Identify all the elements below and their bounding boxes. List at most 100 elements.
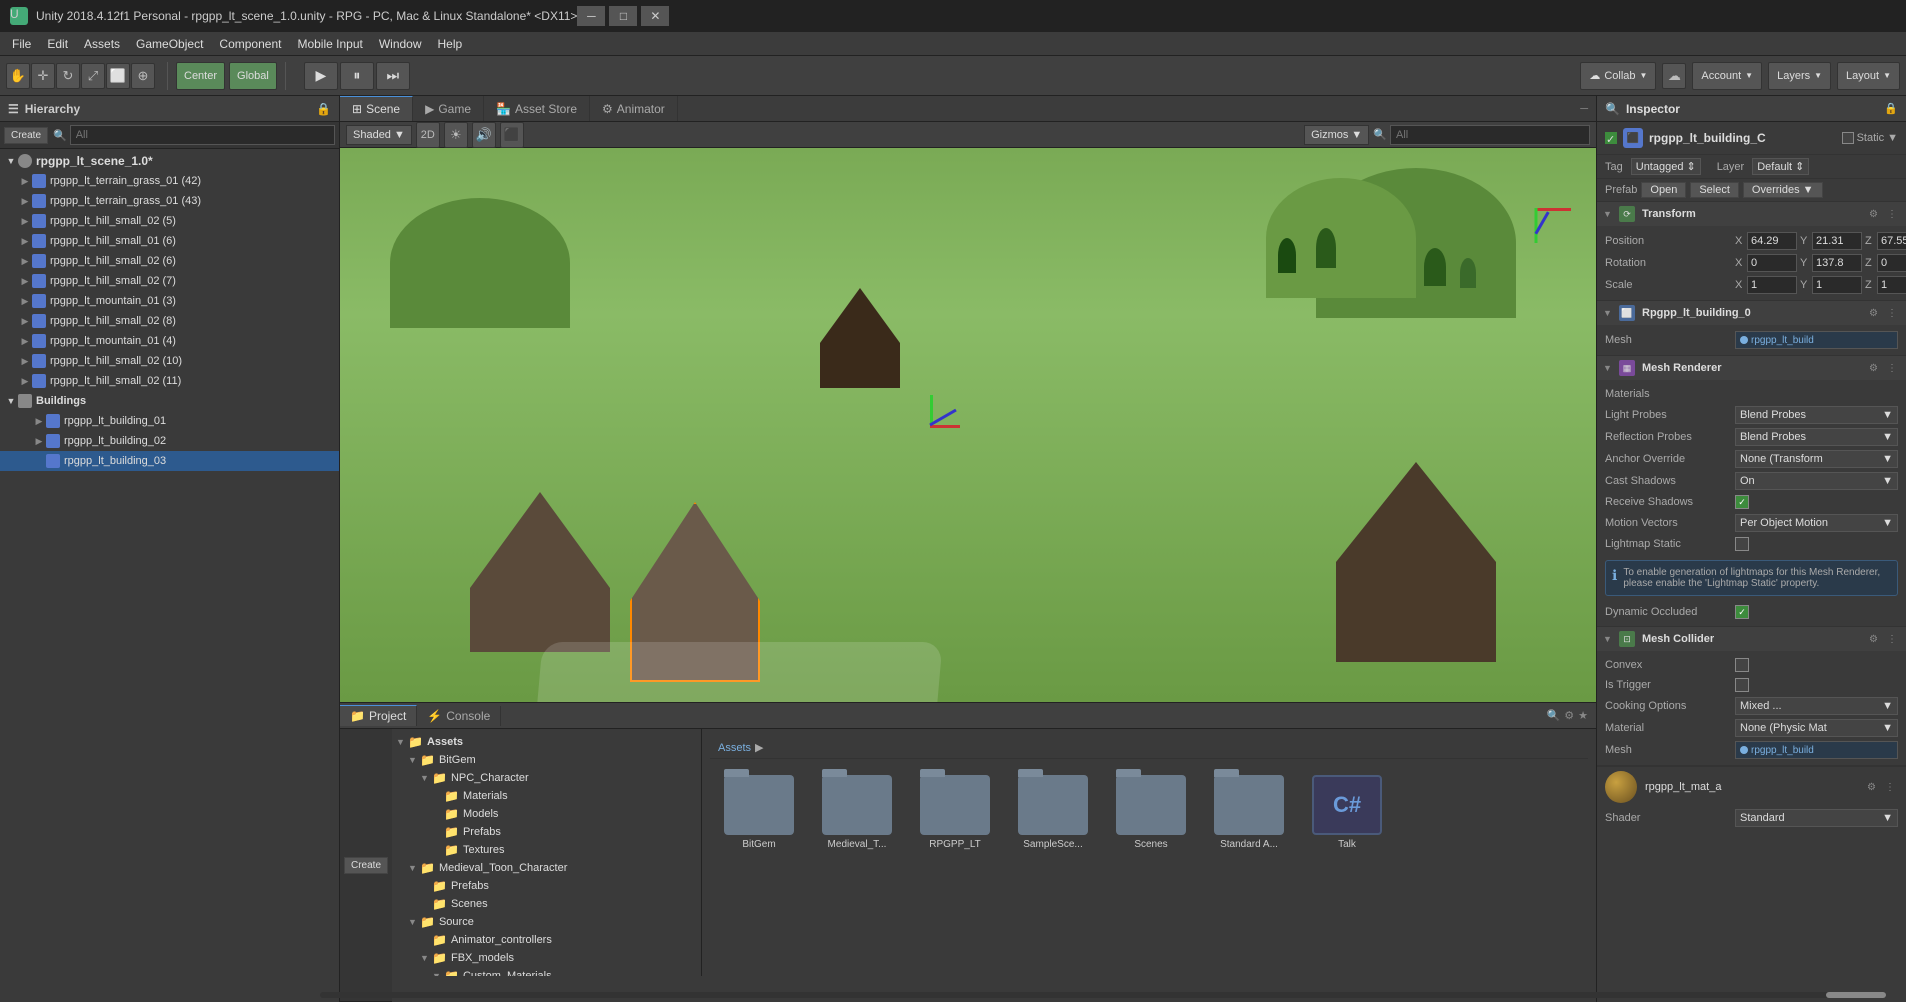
hierarchy-item-10[interactable]: ▶ rpgpp_lt_hill_small_02 (11) [0,371,339,391]
proj-textures[interactable]: 📁 Textures [392,841,701,859]
menu-component[interactable]: Component [211,35,289,53]
proj-medieval-toon[interactable]: ▼ 📁 Medieval_Toon_Character [392,859,701,877]
asset-medieval[interactable]: Medieval_T... [812,771,902,854]
hierarchy-item-9[interactable]: ▶ rpgpp_lt_hill_small_02 (10) [0,351,339,371]
menu-window[interactable]: Window [371,35,430,53]
proj-med-prefabs[interactable]: 📁 Prefabs [392,877,701,895]
proj-assets-root[interactable]: ▼ 📁 Assets [392,733,701,751]
lightmap-static-checkbox[interactable] [1735,537,1749,551]
mesh-renderer-header[interactable]: ▼ ▦ Mesh Renderer ⚙ ⋮ [1597,356,1906,380]
motion-vectors-dropdown[interactable]: Per Object Motion ▼ [1735,514,1898,532]
pos-x-input[interactable] [1747,232,1797,250]
transform-settings-icon[interactable]: ⚙ [1866,208,1881,221]
collider-mesh-value[interactable]: rpgpp_lt_build [1735,741,1898,759]
transform-dots-icon[interactable]: ⋮ [1884,208,1900,221]
scene-search-input[interactable] [1390,125,1590,145]
rot-z-input[interactable] [1877,254,1906,272]
project-action-icon-1[interactable]: ⚙ [1564,709,1574,722]
hierarchy-item-13[interactable]: ▶ rpgpp_lt_building_02 [0,431,339,451]
receive-shadows-checkbox[interactable]: ✓ [1735,495,1749,509]
step-button[interactable]: ⏭ [376,62,410,90]
collab-button[interactable]: ☁ Collab ▼ [1580,62,1656,90]
hierarchy-item-12[interactable]: ▶ rpgpp_lt_building_01 [0,411,339,431]
scale-y-input[interactable] [1812,276,1862,294]
scene-tab-animator[interactable]: ⚙ Animator [590,96,678,121]
anchor-override-dropdown[interactable]: None (Transform ▼ [1735,450,1898,468]
scale-x-input[interactable] [1747,276,1797,294]
is-trigger-checkbox[interactable] [1735,678,1749,692]
mesh-filter-dots-icon[interactable]: ⋮ [1884,307,1900,320]
mesh-renderer-dots-icon[interactable]: ⋮ [1884,362,1900,375]
layer-dropdown[interactable]: Default ⇕ [1752,158,1809,175]
mesh-filter-mesh-value[interactable]: rpgpp_lt_build [1735,331,1898,349]
proj-med-scenes[interactable]: 📁 Scenes [392,895,701,913]
pos-y-input[interactable] [1812,232,1862,250]
menu-mobile-input[interactable]: Mobile Input [289,35,370,53]
mat-dots-icon[interactable]: ⋮ [1882,781,1898,794]
asset-standard-a[interactable]: Standard A... [1204,771,1294,854]
transform-header[interactable]: ▼ ⟳ Transform ⚙ ⋮ [1597,202,1906,226]
layout-button[interactable]: Layout ▼ [1837,62,1900,90]
proj-prefabs[interactable]: 📁 Prefabs [392,823,701,841]
hierarchy-item-8[interactable]: ▶ rpgpp_lt_mountain_01 (4) [0,331,339,351]
static-toggle[interactable]: Static ▼ [1842,132,1898,144]
rot-y-input[interactable] [1812,254,1862,272]
transform-tool[interactable]: ⊕ [131,63,155,89]
shading-dropdown[interactable]: Shaded ▼ [346,125,412,145]
dynamic-occluded-checkbox[interactable]: ✓ [1735,605,1749,619]
pivot-center-button[interactable]: Center [176,62,225,90]
hierarchy-item-0[interactable]: ▶ rpgpp_lt_terrain_grass_01 (42) [0,171,339,191]
breadcrumb-assets[interactable]: Assets [718,742,751,754]
hierarchy-item-6[interactable]: ▶ rpgpp_lt_mountain_01 (3) [0,291,339,311]
mat-settings-icon[interactable]: ⚙ [1864,781,1879,794]
mesh-filter-settings-icon[interactable]: ⚙ [1866,307,1881,320]
convex-checkbox[interactable] [1735,658,1749,672]
proj-fbx-models[interactable]: ▼ 📁 FBX_models [392,949,701,967]
proj-bitgem[interactable]: ▼ 📁 BitGem [392,751,701,769]
close-button[interactable]: ✕ [641,6,669,26]
menu-file[interactable]: File [4,35,39,53]
buildings-folder-item[interactable]: ▼ Buildings [0,391,339,411]
account-button[interactable]: Account ▼ [1692,62,1762,90]
cloud-button[interactable]: ☁ [1662,63,1686,89]
asset-samplesce[interactable]: SampleSce... [1008,771,1098,854]
hierarchy-item-2[interactable]: ▶ rpgpp_lt_hill_small_02 (5) [0,211,339,231]
effects-toggle[interactable]: ⬛ [500,122,524,148]
project-search-icon[interactable]: 🔍 [1547,709,1561,722]
project-action-icon-2[interactable]: ★ [1578,709,1588,722]
hierarchy-item-1[interactable]: ▶ rpgpp_lt_terrain_grass_01 (43) [0,191,339,211]
2d-toggle[interactable]: 2D [416,122,440,148]
window-controls[interactable]: ─ □ ✕ [577,6,669,26]
menu-help[interactable]: Help [430,35,471,53]
proj-animator[interactable]: 📁 Animator_controllers [392,931,701,949]
inspector-lock-icon[interactable]: 🔒 [1884,102,1898,115]
scale-tool[interactable]: ⤢ [81,63,105,89]
scene-root-item[interactable]: ▼ rpgpp_lt_scene_1.0* [0,151,339,171]
pivot-global-button[interactable]: Global [229,62,277,90]
asset-scenes[interactable]: Scenes [1106,771,1196,854]
prefab-overrides-button[interactable]: Overrides ▼ [1743,182,1823,198]
menu-edit[interactable]: Edit [39,35,76,53]
lighting-toggle[interactable]: ☀ [444,122,468,148]
scale-z-input[interactable] [1877,276,1906,294]
scene-view-canvas[interactable] [340,148,1596,702]
pause-button[interactable]: ⏸ [340,62,374,90]
project-tab-console[interactable]: ⚡ Console [417,706,501,726]
hierarchy-item-3[interactable]: ▶ rpgpp_lt_hill_small_01 (6) [0,231,339,251]
mesh-filter-header[interactable]: ▼ ⬜ Rpgpp_lt_building_0 ⚙ ⋮ [1597,301,1906,325]
mesh-renderer-settings-icon[interactable]: ⚙ [1866,362,1881,375]
asset-rpgpp[interactable]: RPGPP_LT [910,771,1000,854]
hand-tool[interactable]: ✋ [6,63,30,89]
move-tool[interactable]: ✛ [31,63,55,89]
mesh-collider-dots-icon[interactable]: ⋮ [1884,633,1900,646]
rect-tool[interactable]: ⬜ [106,63,130,89]
proj-npc-character[interactable]: ▼ 📁 NPC_Character [392,769,701,787]
rot-x-input[interactable] [1747,254,1797,272]
hierarchy-item-14[interactable]: rpgpp_lt_building_03 [0,451,339,471]
play-button[interactable]: ▶ [304,62,338,90]
hierarchy-create-button[interactable]: Create [4,127,48,144]
asset-bitgem[interactable]: BitGem [714,771,804,854]
scene-tab-game[interactable]: ▶ Game [413,96,484,121]
tag-dropdown[interactable]: Untagged ⇕ [1631,158,1701,175]
cooking-options-dropdown[interactable]: Mixed ... ▼ [1735,697,1898,715]
